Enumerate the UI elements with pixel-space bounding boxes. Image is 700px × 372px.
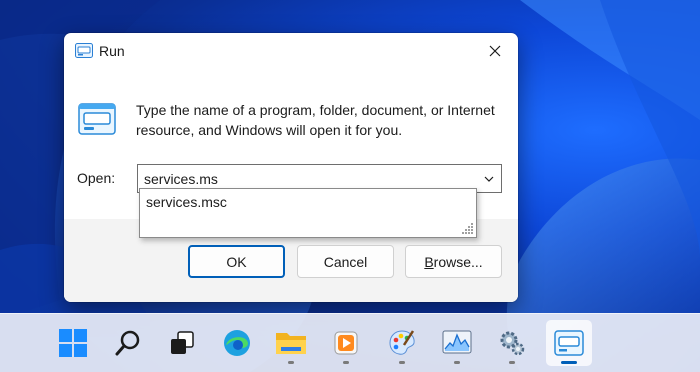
run-icon: [75, 43, 93, 58]
taskbar-edge-button[interactable]: [214, 320, 260, 366]
run-icon: [554, 330, 584, 356]
windows-logo-icon: [59, 329, 87, 357]
edge-browser-icon: [224, 330, 250, 356]
resource-monitor-icon: [442, 330, 472, 354]
browse-mnemonic: B: [424, 253, 434, 270]
dialog-description: Type the name of a program, folder, docu…: [136, 102, 495, 138]
cancel-button[interactable]: Cancel: [297, 245, 394, 278]
taskbar-file-explorer-button[interactable]: [268, 320, 314, 366]
active-indicator: [561, 361, 577, 364]
browse-label: rowse...: [433, 253, 483, 270]
taskbar-paint-button[interactable]: [379, 320, 425, 366]
dialog-title: Run: [99, 43, 125, 59]
running-indicator: [454, 361, 460, 364]
taskbar-start-button[interactable]: [50, 320, 96, 366]
services-gears-icon: [500, 331, 525, 356]
running-indicator: [509, 361, 515, 364]
run-program-icon: [78, 103, 116, 135]
taskbar-search-button[interactable]: [105, 320, 151, 366]
chevron-down-icon: [484, 176, 494, 182]
open-label: Open:: [77, 170, 116, 186]
paint-palette-icon: [389, 330, 415, 355]
combo-dropdown-button[interactable]: [477, 165, 501, 192]
search-icon: [115, 330, 140, 356]
autocomplete-suggestion[interactable]: services.msc: [140, 189, 476, 213]
ok-button[interactable]: OK: [188, 245, 285, 278]
browse-button[interactable]: Browse...: [405, 245, 502, 278]
task-view-icon: [171, 331, 194, 354]
media-player-icon: [334, 331, 358, 355]
taskbar: [0, 313, 700, 372]
taskbar-services-button[interactable]: [489, 320, 535, 366]
autocomplete-dropdown: services.msc: [139, 188, 477, 238]
running-indicator: [343, 361, 349, 364]
resize-grip-icon[interactable]: [460, 221, 474, 235]
run-dialog: Run Type the name of a program, folder, …: [64, 33, 518, 302]
taskbar-resource-monitor-button[interactable]: [434, 320, 480, 366]
taskbar-task-view-button[interactable]: [159, 320, 205, 366]
title-bar[interactable]: Run: [64, 33, 518, 69]
running-indicator: [288, 361, 294, 364]
close-button[interactable]: [472, 33, 518, 69]
running-indicator: [399, 361, 405, 364]
close-icon: [489, 45, 501, 57]
folder-icon: [276, 333, 306, 354]
taskbar-run-button[interactable]: [546, 320, 592, 366]
taskbar-media-player-button[interactable]: [323, 320, 369, 366]
